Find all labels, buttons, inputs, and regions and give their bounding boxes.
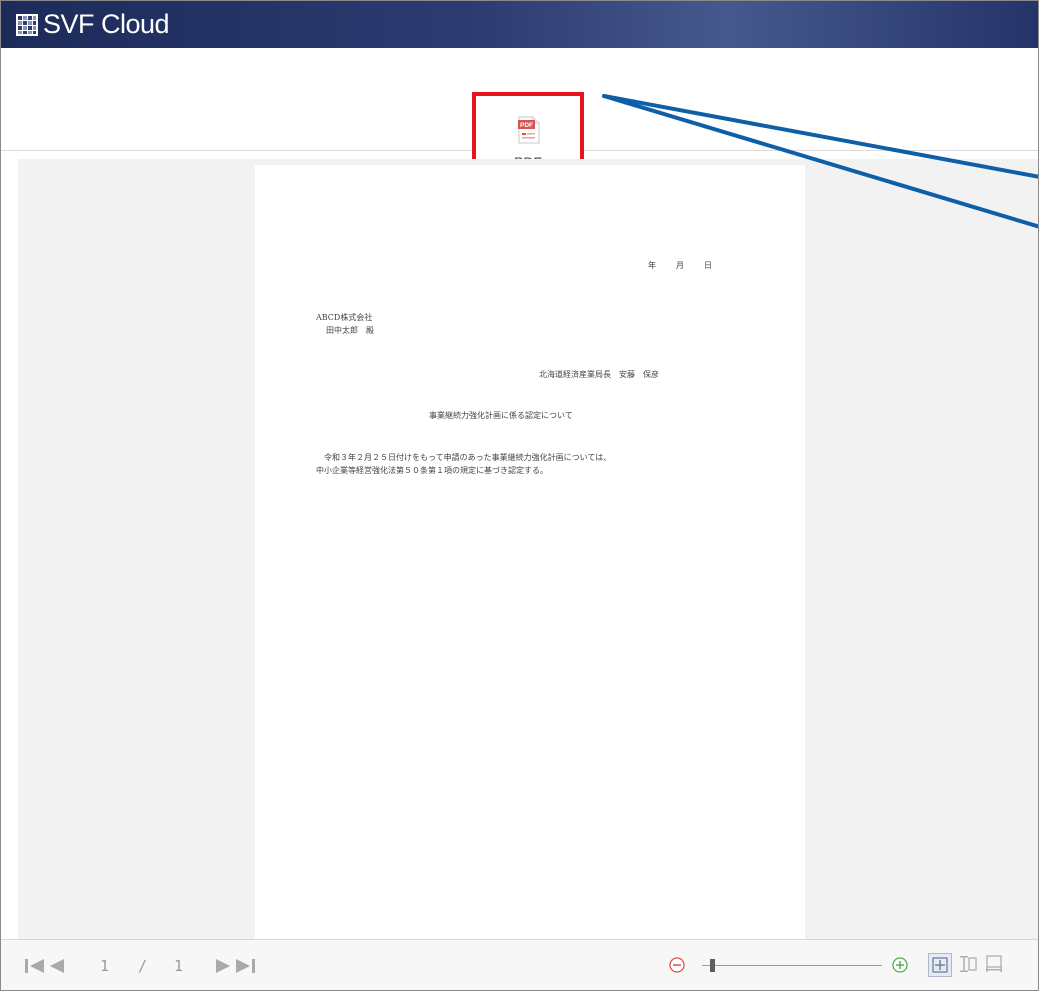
app-title: SVF Cloud: [43, 9, 170, 39]
window-frame: SVF Cloud PDF PDF 年 月 日 ABCD株式会社 田中太郎 殿 …: [0, 0, 1039, 991]
first-page-icon[interactable]: [25, 958, 45, 974]
recipient-name: 田中太郎 殿: [326, 326, 374, 335]
fit-width-icon: [986, 955, 1002, 972]
total-page-count: 1: [174, 957, 184, 975]
sender-name: 北海道経済産業局長 安藤 保彦: [539, 370, 659, 379]
document-subject: 事業継続力強化計画に係る認定について: [429, 411, 573, 420]
zoom-slider-thumb[interactable]: [710, 959, 715, 972]
document-body-line2: 中小企業等経営強化法第５０条第１項の規定に基づき認定する。: [316, 466, 548, 475]
bottom-toolbar: 1 / 1: [1, 939, 1038, 990]
current-page-number: 1: [100, 957, 110, 975]
fit-height-icon: [960, 956, 977, 972]
fit-width-button[interactable]: [983, 953, 1007, 977]
fit-page-button[interactable]: [928, 953, 952, 977]
zoom-out-icon[interactable]: [669, 957, 685, 973]
document-date: 年 月 日: [648, 261, 718, 270]
zoom-in-icon[interactable]: [892, 957, 908, 973]
svg-text:PDF: PDF: [520, 122, 533, 129]
title-bar: SVF Cloud: [1, 1, 1038, 48]
last-page-icon[interactable]: [235, 958, 255, 974]
recipient-company: ABCD株式会社: [316, 313, 373, 322]
next-page-icon[interactable]: [215, 958, 231, 974]
fit-height-button[interactable]: [957, 953, 981, 977]
document-body-line1: 令和３年２月２５日付けをもって申請のあった事業継続力強化計画については、: [324, 453, 612, 462]
fit-page-icon: [932, 957, 948, 973]
zoom-slider-track[interactable]: [702, 965, 882, 966]
grid-logo-icon: [16, 14, 38, 36]
pdf-file-icon: PDF: [518, 116, 540, 144]
toolbar: PDF PDF: [1, 48, 1038, 190]
document-page: 年 月 日 ABCD株式会社 田中太郎 殿 北海道経済産業局長 安藤 保彦 事業…: [255, 165, 805, 939]
prev-page-icon[interactable]: [49, 958, 65, 974]
document-viewer[interactable]: 年 月 日 ABCD株式会社 田中太郎 殿 北海道経済産業局長 安藤 保彦 事業…: [18, 159, 1038, 939]
page-separator: /: [138, 957, 148, 975]
